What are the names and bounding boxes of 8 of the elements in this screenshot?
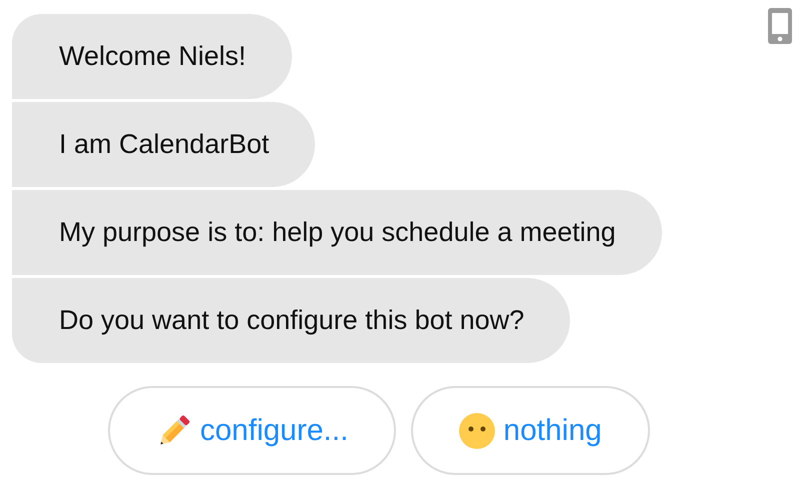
- phone-icon: [768, 8, 792, 44]
- message-bubble: Do you want to configure this bot now?: [12, 278, 570, 363]
- emoji-icon: [459, 412, 496, 448]
- message-bubble: My purpose is to: help you schedule a meeting: [12, 190, 662, 275]
- message-bubble: Welcome Niels!: [12, 14, 292, 99]
- quick-reply-button[interactable]: configure...: [108, 386, 396, 475]
- quick-reply-button[interactable]: nothing: [411, 386, 650, 475]
- message-bubble: I am CalendarBot: [12, 102, 316, 187]
